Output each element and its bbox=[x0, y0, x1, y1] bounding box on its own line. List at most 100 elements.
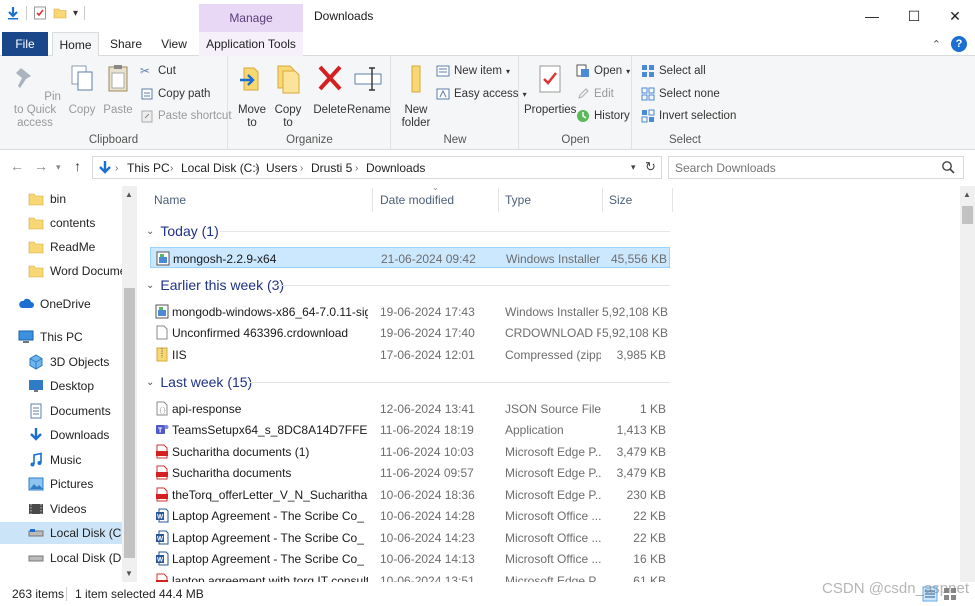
forward-arrow-icon[interactable]: → bbox=[34, 158, 48, 174]
scroll-up-icon[interactable]: ▲ bbox=[963, 190, 971, 199]
column-divider[interactable] bbox=[602, 188, 603, 212]
nav-item-this-pc[interactable]: This PC bbox=[0, 326, 122, 348]
new-item-button[interactable]: New item ▾ bbox=[436, 64, 510, 78]
file-row[interactable]: theTorq_offerLetter_V_N_Sucharitha 10-06… bbox=[150, 484, 670, 505]
file-list-scroll-thumb[interactable] bbox=[962, 206, 973, 224]
close-button[interactable]: ✕ bbox=[940, 4, 970, 28]
nav-item-videos[interactable]: Videos bbox=[0, 498, 122, 520]
file-row[interactable]: mongosh-2.2.9-x64 21-06-2024 09:42 Windo… bbox=[150, 247, 670, 268]
column-header-size[interactable]: Size bbox=[609, 186, 632, 214]
nav-item-desktop[interactable]: Desktop bbox=[0, 375, 122, 397]
maximize-button[interactable]: ☐ bbox=[899, 4, 929, 28]
edit-button[interactable]: Edit bbox=[576, 87, 614, 101]
file-row[interactable]: T TeamsSetupx64_s_8DC8A14D7FFEF22-1-0...… bbox=[150, 419, 670, 440]
file-row[interactable]: laptop agreement with torq IT consulting… bbox=[150, 570, 670, 582]
properties-button[interactable]: Properties bbox=[524, 62, 576, 117]
nav-pane-scrollbar[interactable]: ▲ ▼ bbox=[122, 186, 137, 582]
search-input[interactable] bbox=[669, 157, 939, 178]
help-icon[interactable]: ? bbox=[951, 36, 967, 52]
address-dropdown-icon[interactable]: ▾ bbox=[631, 162, 636, 173]
select-all-button[interactable]: Select all bbox=[641, 64, 706, 78]
nav-item-documents[interactable]: Documents bbox=[0, 400, 122, 422]
file-row[interactable]: {} api-response 12-06-2024 13:41 JSON So… bbox=[150, 398, 670, 419]
nav-item-word-documents[interactable]: Word Documents bbox=[0, 260, 122, 282]
back-arrow-icon[interactable]: ← bbox=[10, 158, 24, 174]
refresh-icon[interactable]: ↻ bbox=[645, 159, 656, 175]
file-row[interactable]: Sucharitha documents (1) 11-06-2024 10:0… bbox=[150, 441, 670, 462]
paste-shortcut-button[interactable]: Paste shortcut bbox=[140, 109, 232, 123]
search-icon[interactable] bbox=[941, 160, 955, 174]
file-row[interactable]: mongodb-windows-x86_64-7.0.11-signed 19-… bbox=[150, 301, 670, 322]
tab-view[interactable]: View bbox=[152, 32, 196, 56]
tab-application-tools[interactable]: Application Tools bbox=[199, 32, 303, 56]
nav-item-pictures[interactable]: Pictures bbox=[0, 473, 122, 495]
manage-tab[interactable]: Manage bbox=[199, 4, 303, 32]
breadcrumb-users[interactable]: Users bbox=[266, 161, 297, 175]
nav-item-label: Music bbox=[50, 453, 82, 467]
column-divider[interactable] bbox=[672, 188, 673, 212]
open-button[interactable]: Open ▾ bbox=[576, 64, 630, 78]
rename-button[interactable]: Rename bbox=[347, 62, 390, 117]
column-divider[interactable] bbox=[498, 188, 499, 212]
minimize-button[interactable]: — bbox=[857, 4, 887, 28]
file-row[interactable]: Sucharitha documents 11-06-2024 09:57 Mi… bbox=[150, 462, 670, 483]
nav-item-onedrive[interactable]: OneDrive bbox=[0, 293, 122, 315]
file-name: TeamsSetupx64_s_8DC8A14D7FFEF22-1-0... bbox=[172, 423, 368, 437]
nav-item-music[interactable]: Music bbox=[0, 449, 122, 471]
paste-button[interactable]: Paste bbox=[100, 62, 136, 117]
column-header-type[interactable]: Type bbox=[505, 186, 531, 214]
tab-home[interactable]: Home bbox=[52, 32, 99, 57]
nav-item-contents[interactable]: contents bbox=[0, 212, 122, 234]
column-header-name[interactable]: Name bbox=[154, 186, 186, 214]
file-list-scrollbar[interactable]: ▲ bbox=[960, 186, 975, 582]
copy-to-button[interactable]: Copy to bbox=[269, 62, 307, 130]
nav-item-local-disk-d[interactable]: Local Disk (D:) bbox=[0, 547, 129, 569]
copy-button[interactable]: Copy bbox=[64, 62, 100, 117]
breadcrumb-this-pc[interactable]: This PC bbox=[127, 161, 170, 175]
scroll-up-icon[interactable]: ▲ bbox=[125, 190, 133, 199]
file-row[interactable]: IIS 17-06-2024 12:01 Compressed (zipp...… bbox=[150, 344, 670, 365]
group-header-last-week[interactable]: ⌄ Last week (15) bbox=[146, 371, 252, 393]
nav-item-label: Downloads bbox=[50, 428, 110, 442]
file-row[interactable]: W Laptop Agreement - The Scribe Co_ 10-0… bbox=[150, 548, 670, 569]
nav-item-downloads[interactable]: Downloads bbox=[0, 424, 122, 446]
group-header-today[interactable]: ⌄ Today (1) bbox=[146, 220, 219, 242]
nav-item-bin[interactable]: bin bbox=[0, 188, 122, 210]
properties-check-icon[interactable] bbox=[33, 6, 47, 20]
nav-item-3d-objects[interactable]: 3D Objects bbox=[0, 351, 122, 373]
select-none-button[interactable]: Select none bbox=[641, 87, 720, 101]
recent-locations-icon[interactable]: ▾ bbox=[56, 162, 61, 173]
move-to-button[interactable]: Move to bbox=[233, 62, 271, 130]
new-folder-button[interactable]: New folder bbox=[396, 62, 436, 130]
nav-item-local-disk-c[interactable]: Local Disk (C:) bbox=[0, 522, 129, 544]
cut-button[interactable]: ✂ Cut bbox=[140, 64, 176, 78]
column-header-date[interactable]: Date modified bbox=[380, 186, 454, 214]
group-header-earlier-this-week[interactable]: ⌄ Earlier this week (3) bbox=[146, 274, 284, 296]
download-arrow-icon[interactable] bbox=[6, 6, 20, 20]
easy-access-button[interactable]: Easy access ▾ bbox=[436, 87, 527, 101]
delete-button[interactable]: Delete bbox=[311, 62, 349, 117]
file-date: 21-06-2024 09:42 bbox=[381, 252, 476, 266]
breadcrumb-user[interactable]: Drusti 5 bbox=[311, 161, 352, 175]
breadcrumb-local-disk[interactable]: Local Disk (C:) bbox=[181, 161, 260, 175]
customize-qat-icon[interactable]: ▾ bbox=[73, 8, 78, 19]
file-row[interactable]: Unconfirmed 463396.crdownload 19-06-2024… bbox=[150, 322, 670, 343]
nav-item-readme[interactable]: ReadMe bbox=[0, 236, 122, 258]
history-button[interactable]: History bbox=[576, 109, 630, 123]
new-folder-icon[interactable] bbox=[53, 6, 67, 20]
edit-pencil-icon bbox=[578, 88, 589, 99]
collapse-ribbon-icon[interactable]: ⌃ bbox=[932, 38, 941, 51]
pin-quick-access-button[interactable]: Pin to Quick access bbox=[4, 62, 66, 130]
file-row[interactable]: W Laptop Agreement - The Scribe Co_ (1) … bbox=[150, 505, 670, 526]
up-arrow-icon[interactable]: ↑ bbox=[74, 158, 81, 174]
tab-share[interactable]: Share bbox=[104, 32, 148, 56]
tab-file[interactable]: File bbox=[2, 32, 48, 56]
address-bar[interactable]: › This PC › Local Disk (C:) › Users › Dr… bbox=[92, 156, 662, 179]
invert-selection-button[interactable]: Invert selection bbox=[641, 109, 736, 123]
breadcrumb-downloads[interactable]: Downloads bbox=[366, 161, 425, 175]
copy-path-button[interactable]: Copy path bbox=[140, 87, 210, 101]
nav-scroll-thumb[interactable] bbox=[124, 288, 135, 558]
column-divider[interactable] bbox=[372, 188, 373, 212]
scroll-down-icon[interactable]: ▼ bbox=[125, 569, 133, 578]
file-row[interactable]: W Laptop Agreement - The Scribe Co_ (1) … bbox=[150, 527, 670, 548]
